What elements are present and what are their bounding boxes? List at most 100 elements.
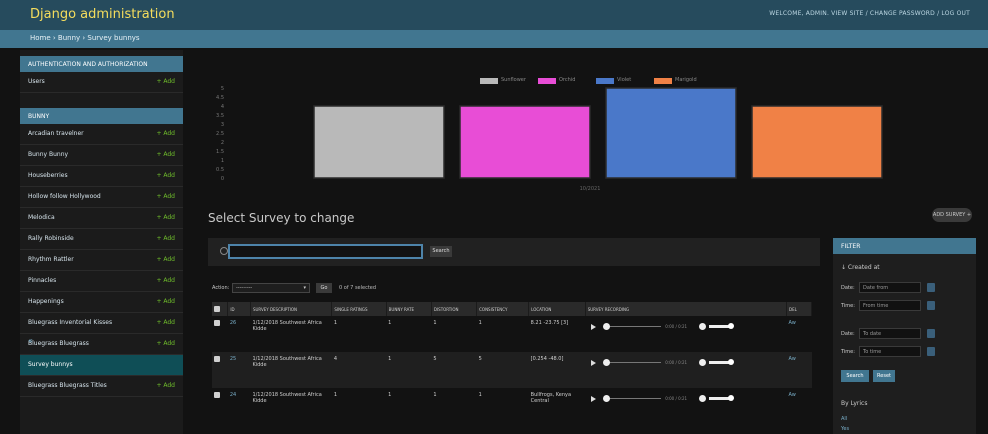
clock-icon[interactable]	[927, 301, 935, 310]
row-delete-link[interactable]: Aw	[787, 316, 812, 352]
add-link[interactable]: + Add	[156, 340, 175, 347]
seek-track[interactable]	[609, 326, 662, 327]
audio-player[interactable]: 0:00 / 0:21	[587, 320, 753, 334]
play-icon[interactable]	[591, 324, 597, 330]
volume-handle[interactable]	[728, 323, 735, 329]
sidebar-item-label[interactable]: Survey bunnys	[28, 361, 73, 368]
column-header[interactable]: BUNNY RATE	[386, 302, 432, 316]
column-header[interactable]: SURVEY DESCRIPTION	[250, 302, 333, 316]
bar-violet[interactable]	[605, 87, 737, 179]
row-id-link[interactable]: 24	[228, 388, 251, 424]
row-delete-link[interactable]: Aw	[787, 388, 812, 424]
row-checkbox[interactable]	[212, 352, 228, 388]
sidebar-item-label[interactable]: Happenings	[28, 298, 64, 305]
row-id-link[interactable]: 26	[228, 316, 251, 352]
bar-marigold[interactable]	[751, 105, 883, 179]
add-link[interactable]: + Add	[156, 256, 175, 263]
column-header[interactable]: CONSISTENCY	[476, 302, 530, 316]
add-link[interactable]: + Add	[156, 319, 175, 326]
sidebar-item[interactable]: Bluegrass Bluegrass + Add	[20, 334, 183, 355]
filter-date-to-input[interactable]: To date	[859, 328, 921, 339]
sidebar-item-label[interactable]: Arcadian travelner	[28, 130, 84, 137]
filter-link-yes[interactable]: Yes	[841, 426, 849, 432]
volume-handle[interactable]	[728, 359, 735, 365]
volume-handle[interactable]	[728, 395, 735, 401]
action-select[interactable]: --------- ▾	[232, 283, 310, 293]
sidebar-item-label[interactable]: Bluegrass Inventorial Kisses	[28, 319, 112, 326]
sidebar-item-label[interactable]: Hollow follow Hollywood	[28, 193, 101, 200]
add-link[interactable]: + Add	[156, 172, 175, 179]
seek-handle[interactable]	[603, 395, 611, 402]
add-link[interactable]: + Add	[156, 193, 175, 200]
row-delete-link[interactable]: Aw	[786, 352, 812, 388]
row-checkbox[interactable]	[212, 388, 228, 424]
site-brand[interactable]: Django administration	[30, 7, 175, 22]
add-link[interactable]: + Add	[156, 382, 175, 389]
filter-search-button[interactable]: Search	[841, 370, 869, 382]
column-header[interactable]: DEL	[786, 302, 812, 316]
table-row[interactable]: 26 1/12/2018 Southwest Africa Kidde 1 1 1 1 8.…	[212, 316, 812, 352]
seek-handle[interactable]	[603, 323, 611, 330]
play-icon[interactable]	[591, 396, 597, 402]
sidebar-item[interactable]: Pinnacles + Add	[20, 271, 183, 292]
calendar-icon[interactable]	[927, 283, 935, 292]
clock-icon[interactable]	[927, 347, 935, 356]
audio-player[interactable]: 0:00 / 0:21	[587, 392, 753, 406]
filter-time-to-input[interactable]: To time	[859, 346, 921, 357]
search-button[interactable]: Search	[430, 246, 452, 257]
table-row[interactable]: 25 1/12/2018 Southwest Africa Kidde 4 1 5 5 [0…	[212, 352, 812, 388]
sidebar-item[interactable]: Rally Robinside + Add	[20, 229, 183, 250]
sidebar-item-label[interactable]: Rhythm Rattler	[28, 256, 74, 263]
sidebar-item-label[interactable]: Melodica	[28, 214, 55, 221]
sidebar-item-label[interactable]: Bluegrass Bluegrass Titles	[28, 382, 107, 389]
row-id-link[interactable]: 25	[227, 352, 251, 388]
column-header[interactable]: LOCATION	[528, 302, 586, 316]
add-link[interactable]: + Add	[156, 130, 175, 137]
volume-icon[interactable]	[699, 395, 707, 402]
add-link[interactable]: + Add	[156, 214, 175, 221]
module-caption[interactable]: BUNNY	[20, 108, 183, 124]
column-header[interactable]: DISTORTION	[431, 302, 478, 316]
sidebar-item-users[interactable]: Users + Add	[20, 72, 183, 93]
add-link[interactable]: + Add	[156, 78, 175, 85]
volume-icon[interactable]	[699, 359, 707, 366]
seek-handle[interactable]	[603, 359, 611, 366]
sidebar-item-label[interactable]: Pinnacles	[28, 277, 56, 284]
add-survey-button[interactable]: ADD SURVEY +	[932, 208, 972, 222]
sidebar-item[interactable]: Melodica + Add	[20, 208, 183, 229]
filter-link-all[interactable]: All	[841, 416, 847, 422]
table-row[interactable]: 24 1/12/2018 Southwest Africa Kidde 1 1 1 1 Bu…	[212, 388, 812, 424]
filter-date-from-input[interactable]: Date from	[859, 282, 921, 293]
breadcrumb-text[interactable]: Home › Bunny › Survey bunnys	[30, 34, 140, 42]
search-input[interactable]	[228, 244, 423, 259]
bar-sunflower[interactable]	[313, 105, 445, 179]
audio-player[interactable]: 0:00 / 0:21	[587, 356, 753, 370]
seek-track[interactable]	[609, 362, 662, 363]
seek-track[interactable]	[609, 398, 662, 399]
module-caption[interactable]: AUTHENTICATION AND AUTHORIZATION	[20, 56, 183, 72]
calendar-icon[interactable]	[927, 329, 935, 338]
sidebar-item-label[interactable]: Users	[28, 78, 45, 85]
sidebar-item[interactable]: Survey bunnys	[20, 355, 183, 376]
add-link[interactable]: + Add	[156, 235, 175, 242]
column-header[interactable]: SURVEY RECORDING	[585, 302, 788, 316]
sidebar-item[interactable]: Happenings + Add	[20, 292, 183, 313]
bar-orchid[interactable]	[459, 105, 591, 179]
user-tools[interactable]: WELCOME, ADMIN. VIEW SITE / CHANGE PASSW…	[769, 10, 970, 17]
column-header[interactable]: SINGLE RATINGS	[331, 302, 387, 316]
add-link[interactable]: + Add	[156, 151, 175, 158]
sidebar-item[interactable]: Arcadian travelner + Add	[20, 124, 183, 145]
sidebar-item-label[interactable]: Bluegrass Bluegrass	[28, 340, 89, 347]
filter-time-from-input[interactable]: From time	[859, 300, 921, 311]
filter-reset-button[interactable]: Reset	[873, 370, 895, 382]
play-icon[interactable]	[591, 360, 597, 366]
sidebar-item[interactable]: Bunny Bunny + Add	[20, 145, 183, 166]
double-chevron-left-icon[interactable]: «	[28, 336, 33, 345]
row-checkbox[interactable]	[212, 316, 228, 352]
column-header[interactable]: ID	[227, 302, 251, 316]
sidebar-item-label[interactable]: Rally Robinside	[28, 235, 74, 242]
sidebar-item[interactable]: Bluegrass Inventorial Kisses + Add	[20, 313, 183, 334]
action-go-button[interactable]: Go	[316, 283, 332, 293]
sidebar-item[interactable]: Houseberries + Add	[20, 166, 183, 187]
sidebar-item-label[interactable]: Bunny Bunny	[28, 151, 68, 158]
